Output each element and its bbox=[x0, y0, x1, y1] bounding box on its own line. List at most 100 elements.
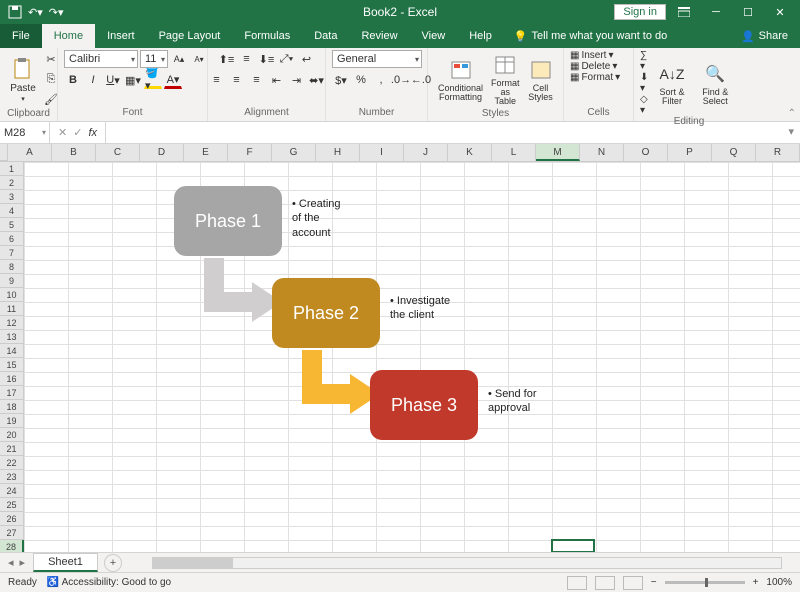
column-header[interactable]: N bbox=[580, 144, 624, 161]
font-name-combo[interactable]: Calibri bbox=[64, 50, 138, 68]
comma-icon[interactable]: , bbox=[372, 71, 390, 89]
row-header[interactable]: 8 bbox=[0, 260, 24, 274]
cell-styles-button[interactable]: Cell Styles bbox=[524, 55, 558, 104]
insert-cells-button[interactable]: ▦Insert ▾ bbox=[570, 50, 614, 61]
minimize-icon[interactable]: ─ bbox=[702, 0, 730, 24]
sheet-nav[interactable]: ◂▸ bbox=[0, 556, 33, 569]
phase3-box[interactable]: Phase 3 bbox=[370, 370, 478, 440]
row-header[interactable]: 11 bbox=[0, 302, 24, 316]
font-size-combo[interactable]: 11 bbox=[140, 50, 168, 68]
underline-button[interactable]: U▾ bbox=[104, 71, 122, 89]
column-header[interactable]: C bbox=[96, 144, 140, 161]
tab-formulas[interactable]: Formulas bbox=[232, 24, 302, 48]
delete-cells-button[interactable]: ▦Delete ▾ bbox=[570, 61, 617, 72]
italic-button[interactable]: I bbox=[84, 71, 102, 89]
align-bottom-icon[interactable]: ⬇≡ bbox=[258, 50, 276, 68]
autosum-button[interactable]: ∑ ▾ bbox=[640, 50, 651, 72]
fill-button[interactable]: ⬇ ▾ bbox=[640, 72, 651, 94]
row-header[interactable]: 16 bbox=[0, 372, 24, 386]
align-center-icon[interactable]: ≡ bbox=[228, 71, 246, 89]
zoom-out-icon[interactable]: − bbox=[651, 577, 657, 588]
orientation-icon[interactable]: ⤢▾ bbox=[278, 50, 296, 68]
row-header[interactable]: 24 bbox=[0, 484, 24, 498]
column-header[interactable]: H bbox=[316, 144, 360, 161]
number-format-combo[interactable]: General bbox=[332, 50, 422, 68]
insert-function-icon[interactable]: fx bbox=[88, 127, 97, 139]
tab-view[interactable]: View bbox=[410, 24, 458, 48]
normal-view-icon[interactable] bbox=[567, 576, 587, 590]
row-header[interactable]: 2 bbox=[0, 176, 24, 190]
cancel-formula-icon[interactable]: ✕ bbox=[58, 126, 67, 139]
tab-review[interactable]: Review bbox=[349, 24, 409, 48]
tab-insert[interactable]: Insert bbox=[95, 24, 147, 48]
tab-data[interactable]: Data bbox=[302, 24, 349, 48]
column-header[interactable]: M bbox=[536, 144, 580, 161]
row-header[interactable]: 13 bbox=[0, 330, 24, 344]
add-sheet-button[interactable]: + bbox=[104, 554, 122, 572]
tell-me-search[interactable]: 💡Tell me what you want to do bbox=[504, 24, 677, 48]
phase1-box[interactable]: Phase 1 bbox=[174, 186, 282, 256]
zoom-slider[interactable] bbox=[665, 581, 745, 584]
column-header[interactable]: J bbox=[404, 144, 448, 161]
decrease-indent-icon[interactable]: ⇤ bbox=[268, 71, 286, 89]
accessibility-status[interactable]: ♿ Accessibility: Good to go bbox=[47, 577, 171, 588]
undo-icon[interactable]: ↶▾ bbox=[28, 6, 43, 19]
row-header[interactable]: 6 bbox=[0, 232, 24, 246]
column-header[interactable]: B bbox=[52, 144, 96, 161]
column-header[interactable]: P bbox=[668, 144, 712, 161]
format-as-table-button[interactable]: Format as Table bbox=[487, 50, 524, 108]
row-header[interactable]: 15 bbox=[0, 358, 24, 372]
sign-in-button[interactable]: Sign in bbox=[614, 4, 666, 20]
row-header[interactable]: 14 bbox=[0, 344, 24, 358]
row-header[interactable]: 22 bbox=[0, 456, 24, 470]
percent-icon[interactable]: % bbox=[352, 71, 370, 89]
row-header[interactable]: 19 bbox=[0, 414, 24, 428]
zoom-in-icon[interactable]: + bbox=[753, 577, 759, 588]
column-header[interactable]: A bbox=[8, 144, 52, 161]
row-header[interactable]: 17 bbox=[0, 386, 24, 400]
selected-cell[interactable] bbox=[551, 539, 595, 552]
page-layout-view-icon[interactable] bbox=[595, 576, 615, 590]
close-icon[interactable]: ✕ bbox=[766, 0, 794, 24]
paste-button[interactable]: Paste ▾ bbox=[6, 54, 40, 105]
expand-formula-bar-icon[interactable]: ▾ bbox=[782, 122, 800, 143]
column-header[interactable]: D bbox=[140, 144, 184, 161]
column-header[interactable]: O bbox=[624, 144, 668, 161]
horizontal-scrollbar[interactable] bbox=[152, 557, 782, 569]
collapse-ribbon-icon[interactable]: ⌃ bbox=[788, 108, 796, 119]
enter-formula-icon[interactable]: ✓ bbox=[73, 126, 82, 139]
row-header[interactable]: 10 bbox=[0, 288, 24, 302]
column-header[interactable]: R bbox=[756, 144, 800, 161]
column-header[interactable]: L bbox=[492, 144, 536, 161]
align-middle-icon[interactable]: ≡ bbox=[238, 50, 256, 68]
decrease-font-icon[interactable]: A▾ bbox=[190, 50, 208, 68]
row-header[interactable]: 7 bbox=[0, 246, 24, 260]
maximize-icon[interactable]: ☐ bbox=[734, 0, 762, 24]
share-button[interactable]: 👤Share bbox=[729, 24, 800, 48]
tab-home[interactable]: Home bbox=[42, 24, 95, 48]
phase2-box[interactable]: Phase 2 bbox=[272, 278, 380, 348]
align-left-icon[interactable]: ≡ bbox=[208, 71, 226, 89]
row-header[interactable]: 9 bbox=[0, 274, 24, 288]
align-right-icon[interactable]: ≡ bbox=[248, 71, 266, 89]
clear-button[interactable]: ◇ ▾ bbox=[640, 94, 651, 116]
border-button[interactable]: ▦▾ bbox=[124, 71, 142, 89]
bold-button[interactable]: B bbox=[64, 71, 82, 89]
column-header[interactable]: Q bbox=[712, 144, 756, 161]
format-cells-button[interactable]: ▦Format ▾ bbox=[570, 72, 620, 83]
row-header[interactable]: 12 bbox=[0, 316, 24, 330]
ribbon-options-icon[interactable] bbox=[670, 0, 698, 24]
row-header[interactable]: 5 bbox=[0, 218, 24, 232]
column-header[interactable]: I bbox=[360, 144, 404, 161]
row-header[interactable]: 26 bbox=[0, 512, 24, 526]
merge-icon[interactable]: ⬌▾ bbox=[308, 71, 326, 89]
fill-color-button[interactable]: 🪣▾ bbox=[144, 71, 162, 89]
row-header[interactable]: 27 bbox=[0, 526, 24, 540]
row-header[interactable]: 1 bbox=[0, 162, 24, 176]
tab-file[interactable]: File bbox=[0, 24, 42, 48]
row-header[interactable]: 25 bbox=[0, 498, 24, 512]
column-header[interactable]: G bbox=[272, 144, 316, 161]
sheet-tab-active[interactable]: Sheet1 bbox=[33, 553, 98, 572]
worksheet-grid[interactable]: ABCDEFGHIJKLMNOPQR 123456789101112131415… bbox=[0, 144, 800, 552]
select-all-corner[interactable] bbox=[0, 144, 8, 161]
